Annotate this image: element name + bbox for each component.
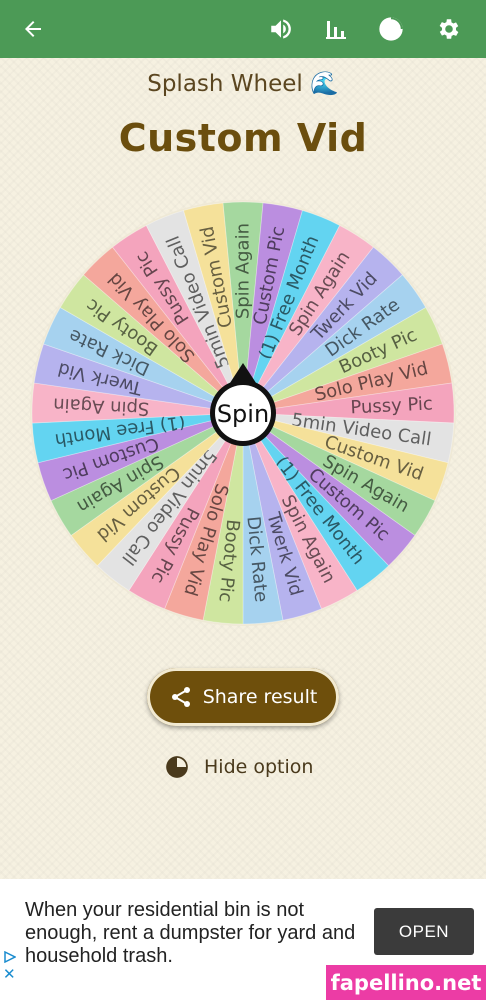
bar-chart-icon[interactable]: [316, 9, 356, 49]
ad-text: When your residential bin is not enough,…: [25, 899, 356, 967]
wheel-segment-label: Pussy Pic: [350, 393, 433, 418]
watermark-text: fapellino.net: [326, 965, 486, 1000]
pie-chart-icon[interactable]: [371, 9, 411, 49]
wheel-segment-label: Spin Again: [233, 223, 254, 319]
app-bar: [0, 0, 486, 58]
ad-open-button[interactable]: OPEN: [374, 908, 474, 955]
share-result-button[interactable]: Share result: [147, 668, 339, 726]
hide-option-label: Hide option: [204, 756, 314, 778]
share-icon: [171, 687, 190, 707]
gear-icon[interactable]: [429, 9, 469, 49]
arrow-left-icon[interactable]: [13, 9, 53, 49]
pie-chart-icon: [166, 756, 188, 778]
spin-button-label[interactable]: Spin: [217, 400, 269, 428]
ad-close-icon[interactable]: ✕: [3, 965, 16, 983]
spin-wheel[interactable]: Spin AgainCustom Pic(1) Free MonthSpin A…: [26, 196, 460, 630]
volume-icon[interactable]: [261, 9, 301, 49]
ad-choices-icon[interactable]: [4, 951, 16, 963]
page-title: Custom Vid: [118, 116, 368, 160]
hide-option-button[interactable]: Hide option: [164, 752, 313, 782]
wheel-subtitle: Splash Wheel 🌊: [147, 71, 339, 97]
share-result-label: Share result: [202, 686, 318, 708]
